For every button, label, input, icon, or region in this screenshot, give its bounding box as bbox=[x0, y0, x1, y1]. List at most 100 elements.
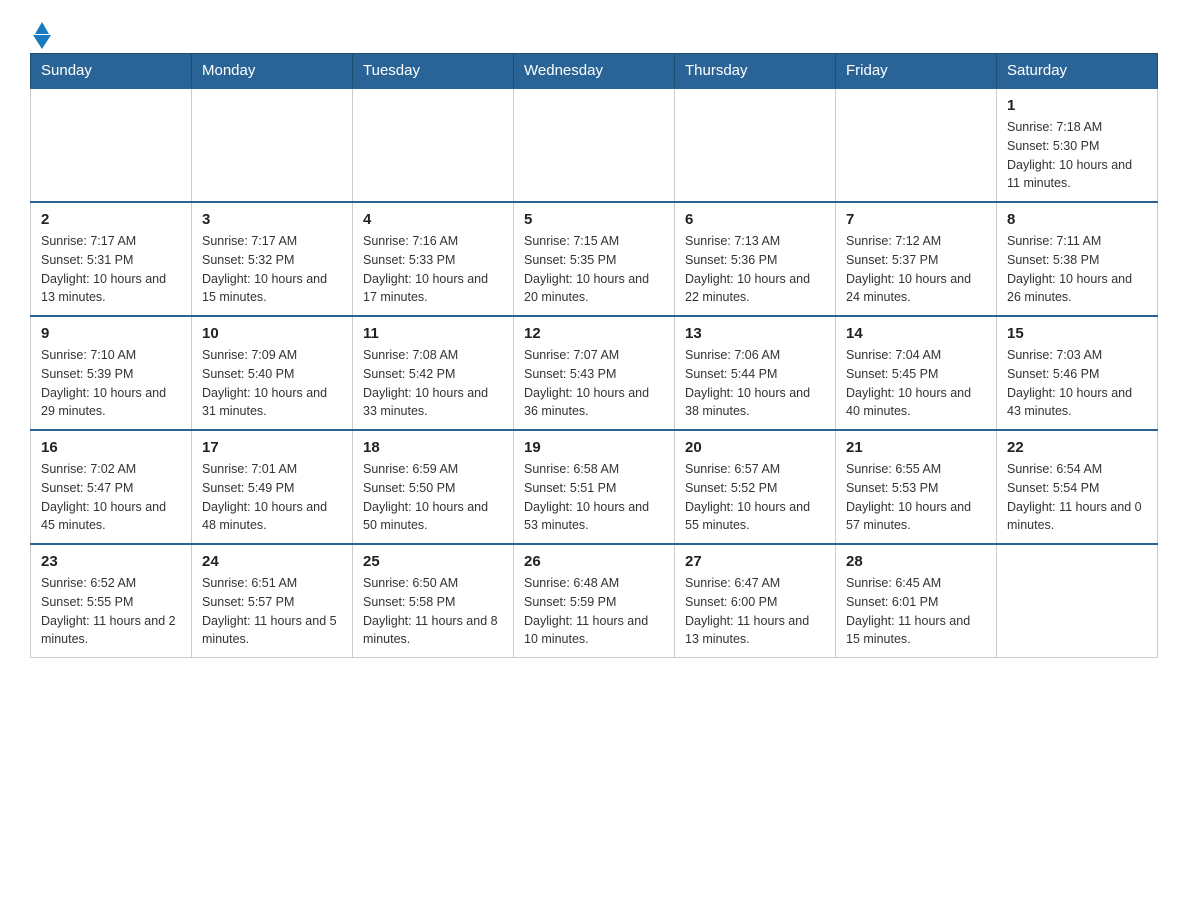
weekday-header-sunday: Sunday bbox=[31, 54, 192, 89]
calendar-cell: 22 Sunrise: 6:54 AMSunset: 5:54 PMDayligh… bbox=[997, 430, 1158, 544]
day-info: Sunrise: 7:08 AMSunset: 5:42 PMDaylight:… bbox=[363, 346, 503, 421]
calendar-cell: 19 Sunrise: 6:58 AMSunset: 5:51 PMDayligh… bbox=[514, 430, 675, 544]
calendar-cell: 26Sunrise: 6:48 AMSunset: 5:59 PMDayligh… bbox=[514, 544, 675, 658]
weekday-header-monday: Monday bbox=[192, 54, 353, 89]
calendar-cell bbox=[353, 88, 514, 202]
calendar-cell: 4 Sunrise: 7:16 AMSunset: 5:33 PMDaylight… bbox=[353, 202, 514, 316]
day-number: 26 bbox=[524, 553, 664, 570]
calendar-cell: 7 Sunrise: 7:12 AMSunset: 5:37 PMDaylight… bbox=[836, 202, 997, 316]
calendar-cell: 20 Sunrise: 6:57 AMSunset: 5:52 PMDayligh… bbox=[675, 430, 836, 544]
day-number: 3 bbox=[202, 211, 342, 228]
weekday-header-thursday: Thursday bbox=[675, 54, 836, 89]
calendar-cell bbox=[675, 88, 836, 202]
calendar-week-row: 23 Sunrise: 6:52 AMSunset: 5:55 PMDayligh… bbox=[31, 544, 1158, 658]
day-info: Sunrise: 7:06 AMSunset: 5:44 PMDaylight:… bbox=[685, 346, 825, 421]
day-info: Sunrise: 6:52 AMSunset: 5:55 PMDaylight:… bbox=[41, 574, 181, 649]
day-number: 6 bbox=[685, 211, 825, 228]
calendar-week-row: 1 Sunrise: 7:18 AMSunset: 5:30 PMDaylight… bbox=[31, 88, 1158, 202]
calendar-cell: 25 Sunrise: 6:50 AMSunset: 5:58 PMDayligh… bbox=[353, 544, 514, 658]
day-info: Sunrise: 7:02 AMSunset: 5:47 PMDaylight:… bbox=[41, 460, 181, 535]
calendar-cell: 14 Sunrise: 7:04 AMSunset: 5:45 PMDayligh… bbox=[836, 316, 997, 430]
calendar-table: SundayMondayTuesdayWednesdayThursdayFrid… bbox=[30, 53, 1158, 658]
day-number: 4 bbox=[363, 211, 503, 228]
day-number: 23 bbox=[41, 553, 181, 570]
day-number: 22 bbox=[1007, 439, 1147, 456]
day-info: Sunrise: 7:15 AMSunset: 5:35 PMDaylight:… bbox=[524, 232, 664, 307]
day-number: 28 bbox=[846, 553, 986, 570]
calendar-cell: 12 Sunrise: 7:07 AMSunset: 5:43 PMDayligh… bbox=[514, 316, 675, 430]
day-info: Sunrise: 6:50 AMSunset: 5:58 PMDaylight:… bbox=[363, 574, 503, 649]
day-number: 10 bbox=[202, 325, 342, 342]
day-number: 17 bbox=[202, 439, 342, 456]
weekday-header-row: SundayMondayTuesdayWednesdayThursdayFrid… bbox=[31, 54, 1158, 89]
calendar-cell: 15 Sunrise: 7:03 AMSunset: 5:46 PMDayligh… bbox=[997, 316, 1158, 430]
day-info: Sunrise: 6:47 AMSunset: 6:00 PMDaylight:… bbox=[685, 574, 825, 649]
calendar-cell: 13 Sunrise: 7:06 AMSunset: 5:44 PMDayligh… bbox=[675, 316, 836, 430]
day-number: 18 bbox=[363, 439, 503, 456]
day-info: Sunrise: 6:55 AMSunset: 5:53 PMDaylight:… bbox=[846, 460, 986, 535]
day-info: Sunrise: 7:04 AMSunset: 5:45 PMDaylight:… bbox=[846, 346, 986, 421]
calendar-cell bbox=[192, 88, 353, 202]
calendar-cell: 1 Sunrise: 7:18 AMSunset: 5:30 PMDaylight… bbox=[997, 88, 1158, 202]
calendar-cell: 23 Sunrise: 6:52 AMSunset: 5:55 PMDayligh… bbox=[31, 544, 192, 658]
day-number: 21 bbox=[846, 439, 986, 456]
weekday-header-tuesday: Tuesday bbox=[353, 54, 514, 89]
day-number: 16 bbox=[41, 439, 181, 456]
day-info: Sunrise: 7:12 AMSunset: 5:37 PMDaylight:… bbox=[846, 232, 986, 307]
day-info: Sunrise: 7:16 AMSunset: 5:33 PMDaylight:… bbox=[363, 232, 503, 307]
day-number: 9 bbox=[41, 325, 181, 342]
day-number: 14 bbox=[846, 325, 986, 342]
calendar-week-row: 16 Sunrise: 7:02 AMSunset: 5:47 PMDayligh… bbox=[31, 430, 1158, 544]
day-info: Sunrise: 7:18 AMSunset: 5:30 PMDaylight:… bbox=[1007, 118, 1147, 193]
day-number: 15 bbox=[1007, 325, 1147, 342]
day-info: Sunrise: 7:13 AMSunset: 5:36 PMDaylight:… bbox=[685, 232, 825, 307]
day-number: 24 bbox=[202, 553, 342, 570]
calendar-cell bbox=[31, 88, 192, 202]
calendar-cell: 6 Sunrise: 7:13 AMSunset: 5:36 PMDaylight… bbox=[675, 202, 836, 316]
day-number: 13 bbox=[685, 325, 825, 342]
day-info: Sunrise: 6:57 AMSunset: 5:52 PMDaylight:… bbox=[685, 460, 825, 535]
calendar-cell: 2Sunrise: 7:17 AMSunset: 5:31 PMDaylight… bbox=[31, 202, 192, 316]
day-number: 27 bbox=[685, 553, 825, 570]
calendar-cell bbox=[514, 88, 675, 202]
day-info: Sunrise: 6:45 AMSunset: 6:01 PMDaylight:… bbox=[846, 574, 986, 649]
day-info: Sunrise: 6:54 AMSunset: 5:54 PMDaylight:… bbox=[1007, 460, 1147, 535]
calendar-cell: 27 Sunrise: 6:47 AMSunset: 6:00 PMDayligh… bbox=[675, 544, 836, 658]
weekday-header-wednesday: Wednesday bbox=[514, 54, 675, 89]
calendar-week-row: 2Sunrise: 7:17 AMSunset: 5:31 PMDaylight… bbox=[31, 202, 1158, 316]
day-info: Sunrise: 6:59 AMSunset: 5:50 PMDaylight:… bbox=[363, 460, 503, 535]
day-number: 2 bbox=[41, 211, 181, 228]
logo bbox=[30, 20, 51, 43]
calendar-cell: 17 Sunrise: 7:01 AMSunset: 5:49 PMDayligh… bbox=[192, 430, 353, 544]
calendar-cell: 24 Sunrise: 6:51 AMSunset: 5:57 PMDayligh… bbox=[192, 544, 353, 658]
day-info: Sunrise: 6:51 AMSunset: 5:57 PMDaylight:… bbox=[202, 574, 342, 649]
day-number: 19 bbox=[524, 439, 664, 456]
calendar-cell: 8Sunrise: 7:11 AMSunset: 5:38 PMDaylight… bbox=[997, 202, 1158, 316]
day-info: Sunrise: 6:58 AMSunset: 5:51 PMDaylight:… bbox=[524, 460, 664, 535]
calendar-cell: 28 Sunrise: 6:45 AMSunset: 6:01 PMDayligh… bbox=[836, 544, 997, 658]
day-number: 12 bbox=[524, 325, 664, 342]
day-number: 20 bbox=[685, 439, 825, 456]
calendar-cell: 11 Sunrise: 7:08 AMSunset: 5:42 PMDayligh… bbox=[353, 316, 514, 430]
calendar-cell bbox=[997, 544, 1158, 658]
day-info: Sunrise: 7:03 AMSunset: 5:46 PMDaylight:… bbox=[1007, 346, 1147, 421]
calendar-cell: 16 Sunrise: 7:02 AMSunset: 5:47 PMDayligh… bbox=[31, 430, 192, 544]
weekday-header-saturday: Saturday bbox=[997, 54, 1158, 89]
day-number: 1 bbox=[1007, 97, 1147, 114]
day-info: Sunrise: 7:09 AMSunset: 5:40 PMDaylight:… bbox=[202, 346, 342, 421]
calendar-cell: 5Sunrise: 7:15 AMSunset: 5:35 PMDaylight… bbox=[514, 202, 675, 316]
day-number: 25 bbox=[363, 553, 503, 570]
day-number: 7 bbox=[846, 211, 986, 228]
day-info: Sunrise: 7:01 AMSunset: 5:49 PMDaylight:… bbox=[202, 460, 342, 535]
day-number: 11 bbox=[363, 325, 503, 342]
day-info: Sunrise: 7:10 AMSunset: 5:39 PMDaylight:… bbox=[41, 346, 181, 421]
calendar-cell: 3 Sunrise: 7:17 AMSunset: 5:32 PMDaylight… bbox=[192, 202, 353, 316]
calendar-cell: 18 Sunrise: 6:59 AMSunset: 5:50 PMDayligh… bbox=[353, 430, 514, 544]
calendar-cell bbox=[836, 88, 997, 202]
calendar-cell: 9 Sunrise: 7:10 AMSunset: 5:39 PMDaylight… bbox=[31, 316, 192, 430]
day-info: Sunrise: 7:11 AMSunset: 5:38 PMDaylight:… bbox=[1007, 232, 1147, 307]
page-header bbox=[30, 20, 1158, 43]
calendar-week-row: 9 Sunrise: 7:10 AMSunset: 5:39 PMDaylight… bbox=[31, 316, 1158, 430]
day-info: Sunrise: 7:17 AMSunset: 5:32 PMDaylight:… bbox=[202, 232, 342, 307]
day-info: Sunrise: 7:07 AMSunset: 5:43 PMDaylight:… bbox=[524, 346, 664, 421]
